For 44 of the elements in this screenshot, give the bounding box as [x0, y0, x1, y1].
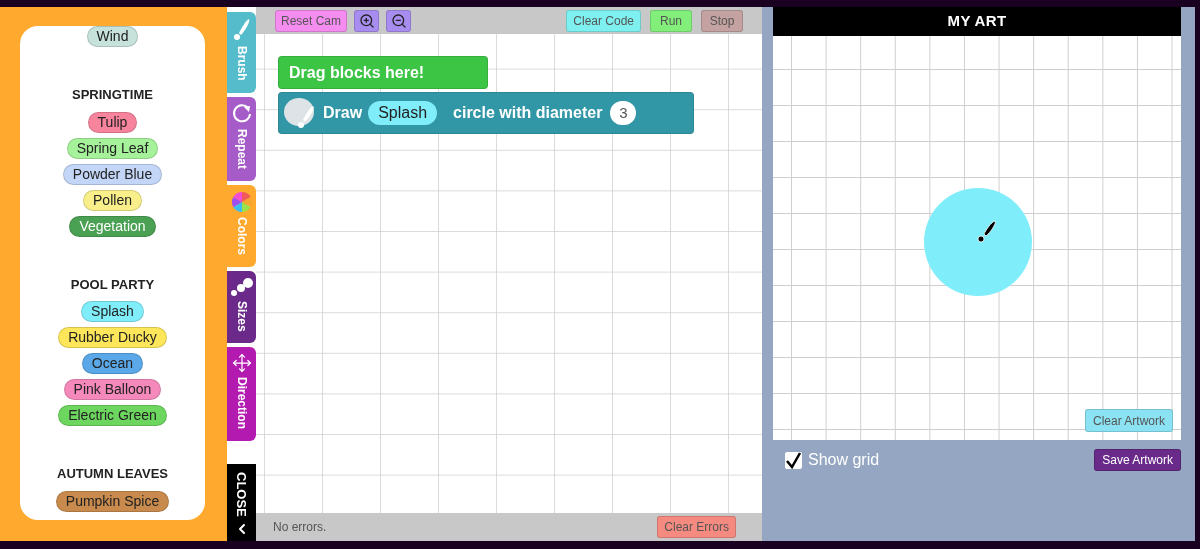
close-tab[interactable]: CLOSE: [227, 464, 256, 541]
color-wheel-icon: [230, 190, 253, 213]
color-chip[interactable]: Pollen: [83, 189, 142, 211]
palette-heading: AUTUMN LEAVES: [57, 465, 168, 483]
color-chip[interactable]: Rubber Ducky: [58, 327, 167, 348]
circles-icon: [229, 276, 254, 297]
palette-heading: POOL PARTY: [70, 275, 155, 294]
color-chip[interactable]: Electric Green: [58, 405, 167, 426]
category-tab[interactable]: Direction: [227, 347, 256, 442]
category-tab[interactable]: Sizes: [227, 270, 256, 344]
zoom-in-icon: [358, 12, 375, 29]
color-chip[interactable]: Spring Leaf: [66, 137, 159, 159]
color-chip[interactable]: Pink Balloon: [63, 379, 162, 400]
brush-icon: [231, 18, 252, 42]
show-grid-checkbox[interactable]: [785, 451, 802, 469]
show-grid-label: Show grid: [808, 450, 881, 470]
category-tab[interactable]: Repeat: [227, 96, 256, 181]
block-label: Draw: [323, 103, 363, 123]
zoom-out-button[interactable]: [386, 9, 412, 32]
toolbar-button[interactable]: Run: [650, 9, 692, 32]
status-message: No errors.: [273, 519, 328, 536]
color-chip[interactable]: Tulip: [87, 111, 138, 133]
draw-block[interactable]: Draw Splash circle with diameter 3: [278, 92, 694, 134]
art-title: MY ART: [947, 11, 1007, 32]
move-arrows-icon: [231, 353, 252, 374]
clear-artwork-button[interactable]: Clear Artwork: [1084, 409, 1173, 432]
color-chip[interactable]: Pumpkin Spice: [55, 490, 170, 512]
save-artwork-button[interactable]: Save Artwork: [1094, 449, 1181, 471]
repeat-icon: [230, 102, 253, 125]
brush-bubble-icon: [283, 96, 317, 130]
toolbar-button[interactable]: Clear Code: [566, 9, 641, 32]
color-chip[interactable]: Ocean: [81, 353, 144, 374]
block-label: circle with diameter: [453, 103, 603, 123]
color-slot[interactable]: Splash: [368, 101, 438, 125]
reset-cam-button[interactable]: Reset Cam: [275, 9, 348, 32]
paintbrush-icon: [975, 220, 997, 244]
checkmark-icon: [785, 451, 802, 469]
diameter-input[interactable]: 3: [610, 101, 637, 125]
zoom-out-icon: [390, 12, 407, 29]
palette-heading: SPRINGTIME: [72, 86, 153, 104]
color-chip[interactable]: Splash: [81, 301, 144, 322]
color-chip[interactable]: Wind: [86, 26, 139, 47]
zoom-in-button[interactable]: [354, 9, 380, 32]
color-chip[interactable]: Powder Blue: [62, 163, 163, 185]
